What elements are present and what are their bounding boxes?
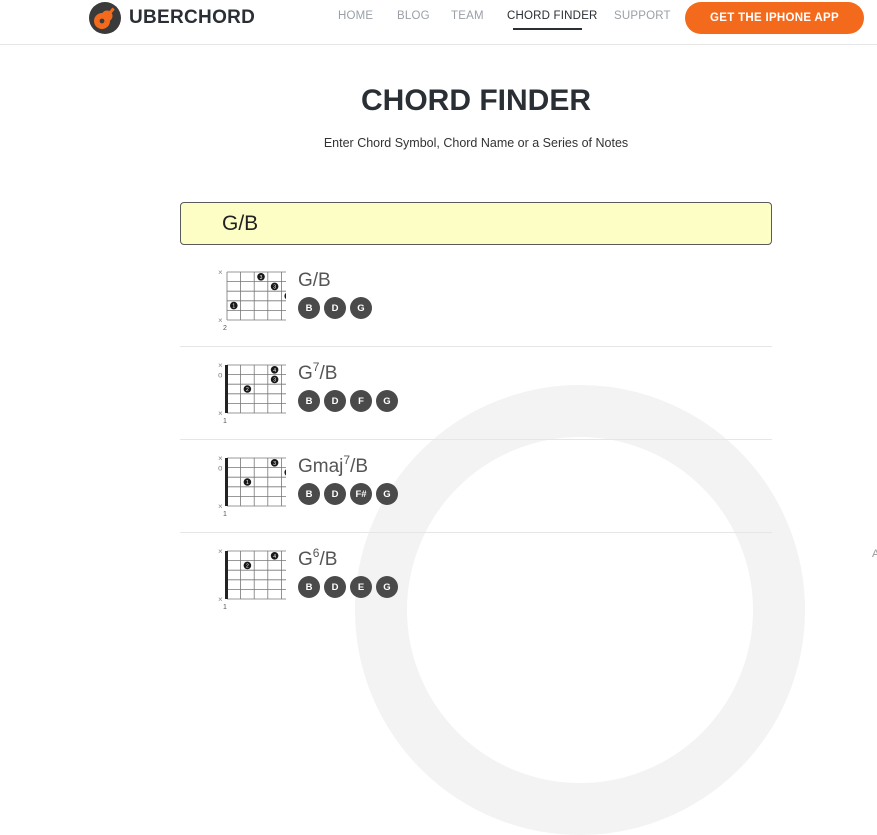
chord-result-row[interactable]: × o × 1 4 3 2 G7/B B D F G <box>180 347 772 440</box>
nav-support[interactable]: SUPPORT <box>614 10 671 22</box>
chord-name: G/B <box>298 270 331 292</box>
diagram-string-marker: o <box>218 371 223 380</box>
chord-root: G <box>298 363 313 384</box>
finger-number: 2 <box>246 387 249 393</box>
note-badge: F# <box>350 483 372 505</box>
finger-number: 4 <box>273 554 276 560</box>
nav-chord-finder[interactable]: CHORD FINDER <box>507 10 598 22</box>
chord-root: G <box>298 549 313 570</box>
diagram-base-fret: 1 <box>223 604 227 611</box>
chord-notes: B D F# G <box>298 483 402 505</box>
finger-number: 3 <box>273 284 276 290</box>
chord-extension: 7 <box>312 360 320 374</box>
diagram-string-marker: o <box>218 464 223 473</box>
finger-number: 4 <box>273 368 276 374</box>
finger-number: 3 <box>273 461 276 467</box>
nav-team[interactable]: TEAM <box>451 10 484 22</box>
diagram-nut <box>225 551 228 599</box>
chord-result-row[interactable]: × × 1 4 2 G6/B B D E G <box>180 533 772 625</box>
diagram-string-marker: × <box>218 454 223 463</box>
diagram-string-marker: × <box>218 316 223 325</box>
chord-result-row[interactable]: ×o×1341Gmaj7/BBDF#G <box>180 440 772 533</box>
diagram-string-marker: × <box>218 268 223 277</box>
note-badge: G <box>376 390 398 412</box>
diagram-string-marker: × <box>218 547 223 556</box>
chord-extension: 7 <box>343 453 351 467</box>
diagram-nut <box>225 458 228 506</box>
chord-diagram: ××23341 <box>218 268 286 332</box>
note-badge: G <box>376 483 398 505</box>
finger-number: 1 <box>246 480 249 486</box>
chord-notes: BDEG <box>298 576 402 598</box>
chord-diagram: ×o×1432 <box>218 361 286 425</box>
note-badge: D <box>324 483 346 505</box>
top-navbar: UBERCHORD HOME BLOG TEAM CHORD FINDER SU… <box>0 0 877 45</box>
note-badge: D <box>324 576 346 598</box>
diagram-base-fret: 1 <box>223 418 227 425</box>
note-badge: G <box>376 576 398 598</box>
finger-dot <box>284 292 286 300</box>
diagram-base-fret: 2 <box>223 325 227 332</box>
page-subtitle: Enter Chord Symbol, Chord Name or a Seri… <box>323 136 629 150</box>
active-nav-indicator <box>513 28 582 30</box>
brand-name: UBERCHORD <box>129 7 256 28</box>
note-badge: B <box>298 483 320 505</box>
note-badge: F <box>350 390 372 412</box>
chord-extension: 6 <box>312 546 320 560</box>
chord-root: Gmaj <box>298 456 344 477</box>
chord-name: G7/B <box>298 360 338 385</box>
diagram-string-marker: × <box>218 409 223 418</box>
nav-blog[interactable]: BLOG <box>397 10 430 22</box>
finger-number: 3 <box>273 377 276 383</box>
chord-name: G6/B <box>298 546 338 571</box>
chord-result-row[interactable]: ××23341G/BBDG <box>180 254 772 347</box>
finger-number: 1 <box>232 304 235 310</box>
note-badge: D <box>324 297 346 319</box>
diagram-base-fret: 1 <box>223 511 227 518</box>
note-badge: D <box>324 390 346 412</box>
chord-diagram: ×o×1341 <box>218 454 286 518</box>
chord-root: G <box>298 270 313 291</box>
chord-name: Gmaj7/B <box>298 453 369 478</box>
chord-notes: BDFG <box>298 390 402 412</box>
diagram-string-marker: × <box>218 502 223 511</box>
chord-bass: /B <box>350 456 369 477</box>
brand-logo[interactable]: UBERCHORD <box>89 2 255 34</box>
chord-bass: /B <box>319 549 338 570</box>
finger-number: 2 <box>246 563 249 569</box>
diagram-string-marker: × <box>218 361 223 370</box>
note-badge: B <box>298 576 320 598</box>
chord-bass: /B <box>319 363 338 384</box>
page-title: CHORD FINDER <box>361 84 591 117</box>
chord-search-input[interactable] <box>180 202 772 245</box>
note-badge: B <box>298 390 320 412</box>
diagram-nut <box>225 365 228 413</box>
chord-results-list: ××23341G/BBDG×o×1432G7/BBDFG×o×1341Gmaj7… <box>180 254 772 625</box>
finger-number: 3 <box>260 275 263 281</box>
background-mark: A <box>872 548 877 560</box>
nav-home[interactable]: HOME <box>338 10 373 22</box>
chord-diagram: ××142 <box>218 547 286 611</box>
note-badge: E <box>350 576 372 598</box>
finger-dot <box>284 469 286 476</box>
get-iphone-app-button[interactable]: GET THE IPHONE APP <box>685 2 864 34</box>
chord-notes: BDG <box>298 297 376 319</box>
diagram-string-marker: × <box>218 595 223 604</box>
guitar-logo-icon <box>89 2 121 34</box>
note-badge: G <box>350 297 372 319</box>
chord-bass: /B <box>312 270 331 291</box>
note-badge: B <box>298 297 320 319</box>
